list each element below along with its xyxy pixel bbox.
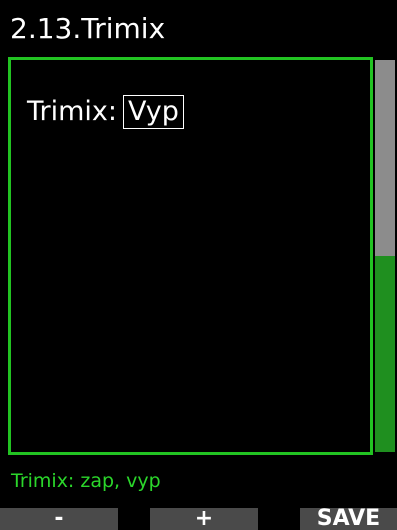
page-title: 2.13.Trimix — [10, 12, 166, 45]
trimix-value-field[interactable]: Vyp — [123, 95, 184, 129]
trimix-setting-row[interactable]: Trimix: Vyp — [27, 92, 184, 132]
minus-button[interactable]: - — [0, 508, 118, 530]
plus-button[interactable]: + — [150, 508, 258, 530]
trimix-setting-label: Trimix: — [27, 96, 118, 127]
softkey-bar: - + SAVE — [0, 508, 397, 530]
save-button[interactable]: SAVE — [300, 508, 397, 530]
title-bar: 2.13.Trimix — [0, 0, 397, 52]
scrollbar-thumb[interactable] — [375, 60, 395, 256]
scrollbar[interactable] — [373, 57, 397, 455]
help-text: Trimix: zap, vyp — [11, 470, 161, 492]
